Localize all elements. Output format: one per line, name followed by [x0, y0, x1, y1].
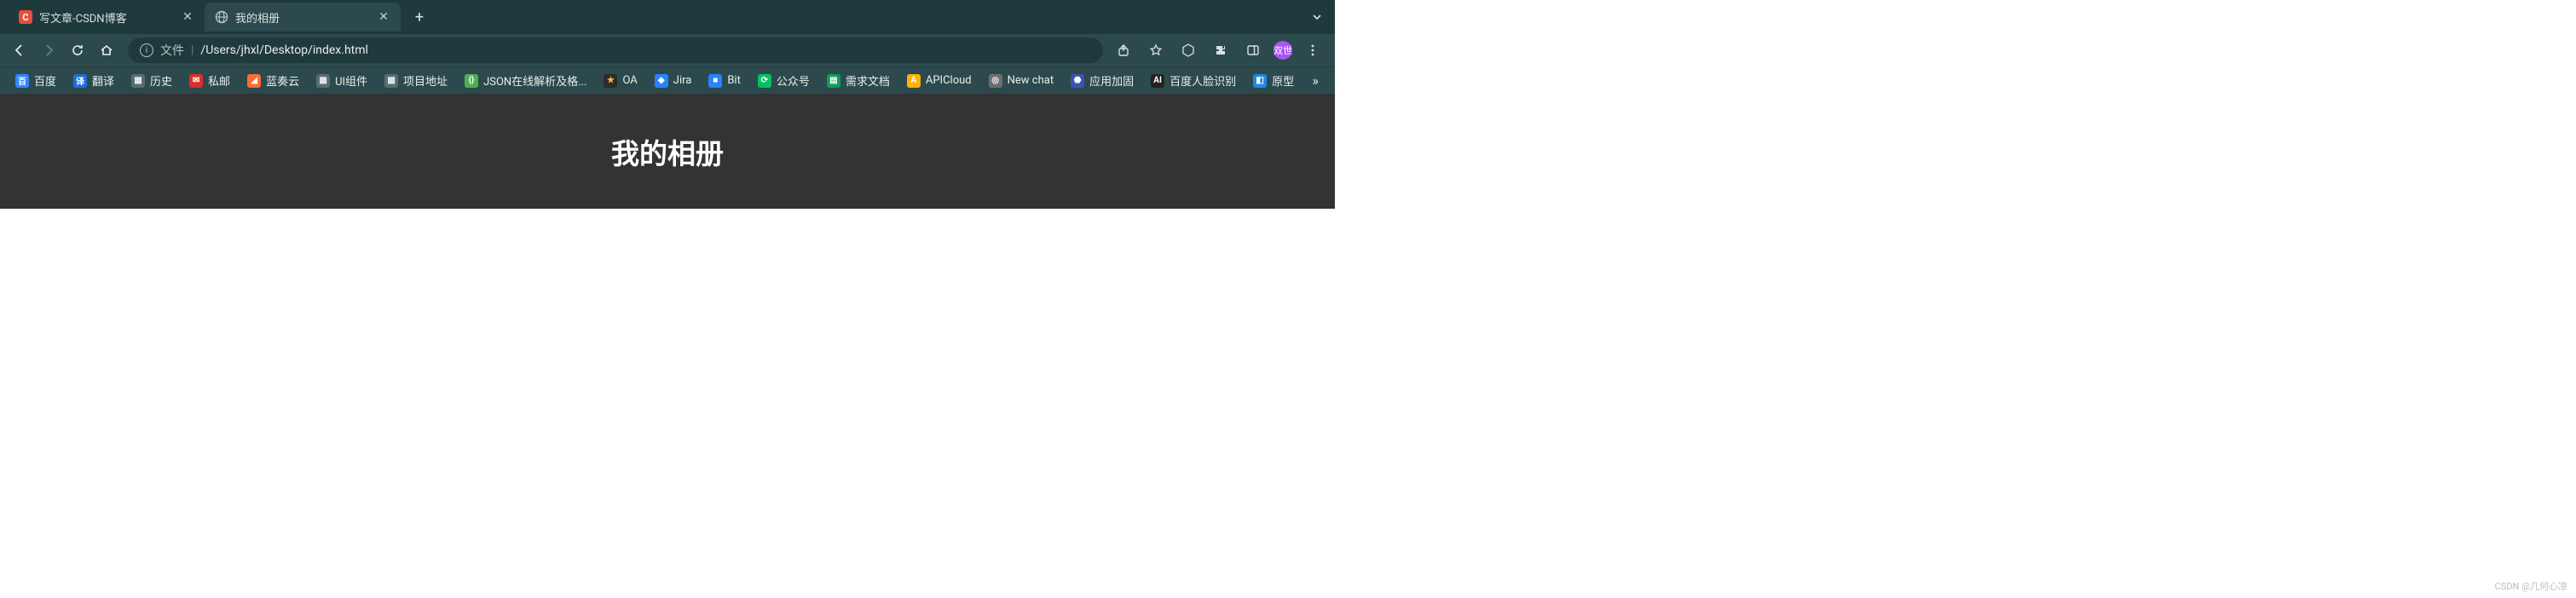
url-separator: |	[191, 43, 193, 57]
bookmark-label: 需求文档	[846, 72, 890, 89]
url-scheme-label: 文件	[160, 42, 184, 59]
bookmark-label: New chat	[1008, 74, 1054, 87]
bookmark-item[interactable]: ★ OA	[597, 71, 644, 91]
bookmark-item[interactable]: ⟳ 公众号	[751, 69, 817, 92]
address-bar[interactable]: i 文件 | /Users/jhxl/Desktop/index.html	[128, 37, 1103, 63]
bookmark-favicon: 百	[15, 74, 29, 88]
watermark-text: CSDN @几何心凉	[2495, 579, 2567, 593]
browser-chrome: C 写文章-CSDN博客 ✕ 我的相册 ✕ + i	[0, 0, 1335, 94]
bookmark-favicon: ◎	[989, 74, 1002, 88]
bookmark-label: 百度人脸识别	[1170, 72, 1236, 89]
bookmark-favicon: ▦	[131, 74, 145, 88]
bookmark-label: UI组件	[335, 72, 367, 89]
bookmark-label: Jira	[673, 74, 692, 87]
site-info-icon[interactable]: i	[140, 43, 153, 57]
bookmark-favicon: AI	[1151, 74, 1164, 88]
bookmark-favicon: ⬣	[1071, 74, 1084, 88]
bookmark-item[interactable]: ◢ 蓝奏云	[240, 69, 306, 92]
navigation-toolbar: i 文件 | /Users/jhxl/Desktop/index.html 双世	[0, 34, 1335, 66]
tab-close-button[interactable]: ✕	[377, 10, 390, 24]
bookmark-favicon: ◧	[1253, 74, 1267, 88]
bookmark-favicon: ⟳	[758, 74, 771, 88]
bookmark-item[interactable]: ◆ Jira	[648, 71, 699, 91]
extension-icon-1[interactable]	[1176, 38, 1200, 62]
tab-favicon-csdn: C	[19, 10, 32, 24]
bookmark-label: 项目地址	[403, 72, 448, 89]
tab-title: 我的相册	[235, 9, 370, 26]
bookmark-label: 百度	[34, 72, 56, 89]
share-icon[interactable]	[1112, 38, 1135, 62]
bookmark-favicon: 译	[73, 74, 87, 88]
bookmark-label: Bit	[727, 74, 741, 87]
bookmark-item[interactable]: AI 百度人脸识别	[1144, 69, 1243, 92]
url-path: /Users/jhxl/Desktop/index.html	[200, 43, 368, 57]
bookmark-label: 应用加固	[1089, 72, 1134, 89]
tabs-dropdown-button[interactable]	[1311, 11, 1323, 23]
bookmark-favicon: ★	[604, 74, 617, 88]
bookmark-favicon: A	[907, 74, 921, 88]
bookmark-favicon: ▦	[316, 74, 330, 88]
bookmark-item[interactable]: ▦ 历史	[124, 69, 179, 92]
new-tab-button[interactable]: +	[407, 5, 431, 29]
bookmark-favicon: ■	[708, 74, 722, 88]
bookmark-item[interactable]: ■ Bit	[702, 71, 748, 91]
bookmark-item[interactable]: ▦ UI组件	[309, 69, 374, 92]
profile-avatar[interactable]: 双世	[1274, 41, 1292, 60]
back-button[interactable]	[7, 37, 32, 63]
bookmark-item[interactable]: 译翻译	[66, 69, 121, 92]
bookmark-favicon: ◢	[247, 74, 261, 88]
bookmark-item[interactable]: 百百度	[9, 69, 63, 92]
bookmark-favicon: {}	[465, 74, 478, 88]
bookmark-label: 原型	[1272, 72, 1294, 89]
bookmark-favicon: ✉	[189, 74, 203, 88]
bookmark-label: 私邮	[208, 72, 230, 89]
bookmark-label: 公众号	[777, 72, 810, 89]
bookmark-item[interactable]: ▦ 项目地址	[378, 69, 454, 92]
extensions-puzzle-icon[interactable]	[1209, 38, 1233, 62]
bookmark-item[interactable]: ◧ 原型	[1246, 69, 1301, 92]
toolbar-right: 双世	[1112, 38, 1328, 62]
page-content: 我的相册	[0, 94, 1335, 209]
globe-icon	[215, 10, 228, 24]
tab-title: 写文章-CSDN博客	[39, 9, 174, 26]
bookmark-label: APICloud	[926, 74, 972, 87]
bookmarks-bar: 百百度译翻译▦历史✉私邮◢蓝奏云▦UI组件▦项目地址{}JSON在线解析及格..…	[0, 66, 1335, 94]
bookmark-label: OA	[622, 74, 637, 87]
bookmark-item[interactable]: ✉ 私邮	[182, 69, 237, 92]
bookmark-favicon: ◆	[655, 74, 668, 88]
reload-button[interactable]	[65, 37, 90, 63]
menu-kebab-icon[interactable]	[1301, 38, 1325, 62]
tab-active[interactable]: 我的相册 ✕	[205, 3, 401, 32]
bookmark-favicon: ▦	[384, 74, 398, 88]
forward-button[interactable]	[36, 37, 61, 63]
bookmark-item[interactable]: {} JSON在线解析及格...	[458, 69, 593, 92]
bookmark-label: 蓝奏云	[266, 72, 299, 89]
bookmark-item[interactable]: ◎ New chat	[982, 71, 1060, 91]
bookmark-label: 翻译	[92, 72, 114, 89]
bookmark-label: JSON在线解析及格...	[483, 72, 586, 89]
tab-strip: C 写文章-CSDN博客 ✕ 我的相册 ✕ +	[0, 0, 1335, 34]
tab-close-button[interactable]: ✕	[181, 10, 194, 24]
bookmark-item[interactable]: ⬣ 应用加固	[1064, 69, 1141, 92]
tab-csdn[interactable]: C 写文章-CSDN博客 ✕	[9, 3, 205, 32]
bookmark-star-icon[interactable]	[1144, 38, 1168, 62]
bookmark-label: 历史	[150, 72, 172, 89]
bookmark-item[interactable]: A APICloud	[900, 71, 979, 91]
bookmark-item[interactable]: ▤ 需求文档	[820, 69, 897, 92]
page-heading: 我的相册	[611, 131, 724, 172]
bookmark-favicon: ▤	[827, 74, 840, 88]
sidepanel-icon[interactable]	[1241, 38, 1265, 62]
home-button[interactable]	[94, 37, 119, 63]
bookmarks-overflow-button[interactable]: »	[1304, 72, 1326, 89]
